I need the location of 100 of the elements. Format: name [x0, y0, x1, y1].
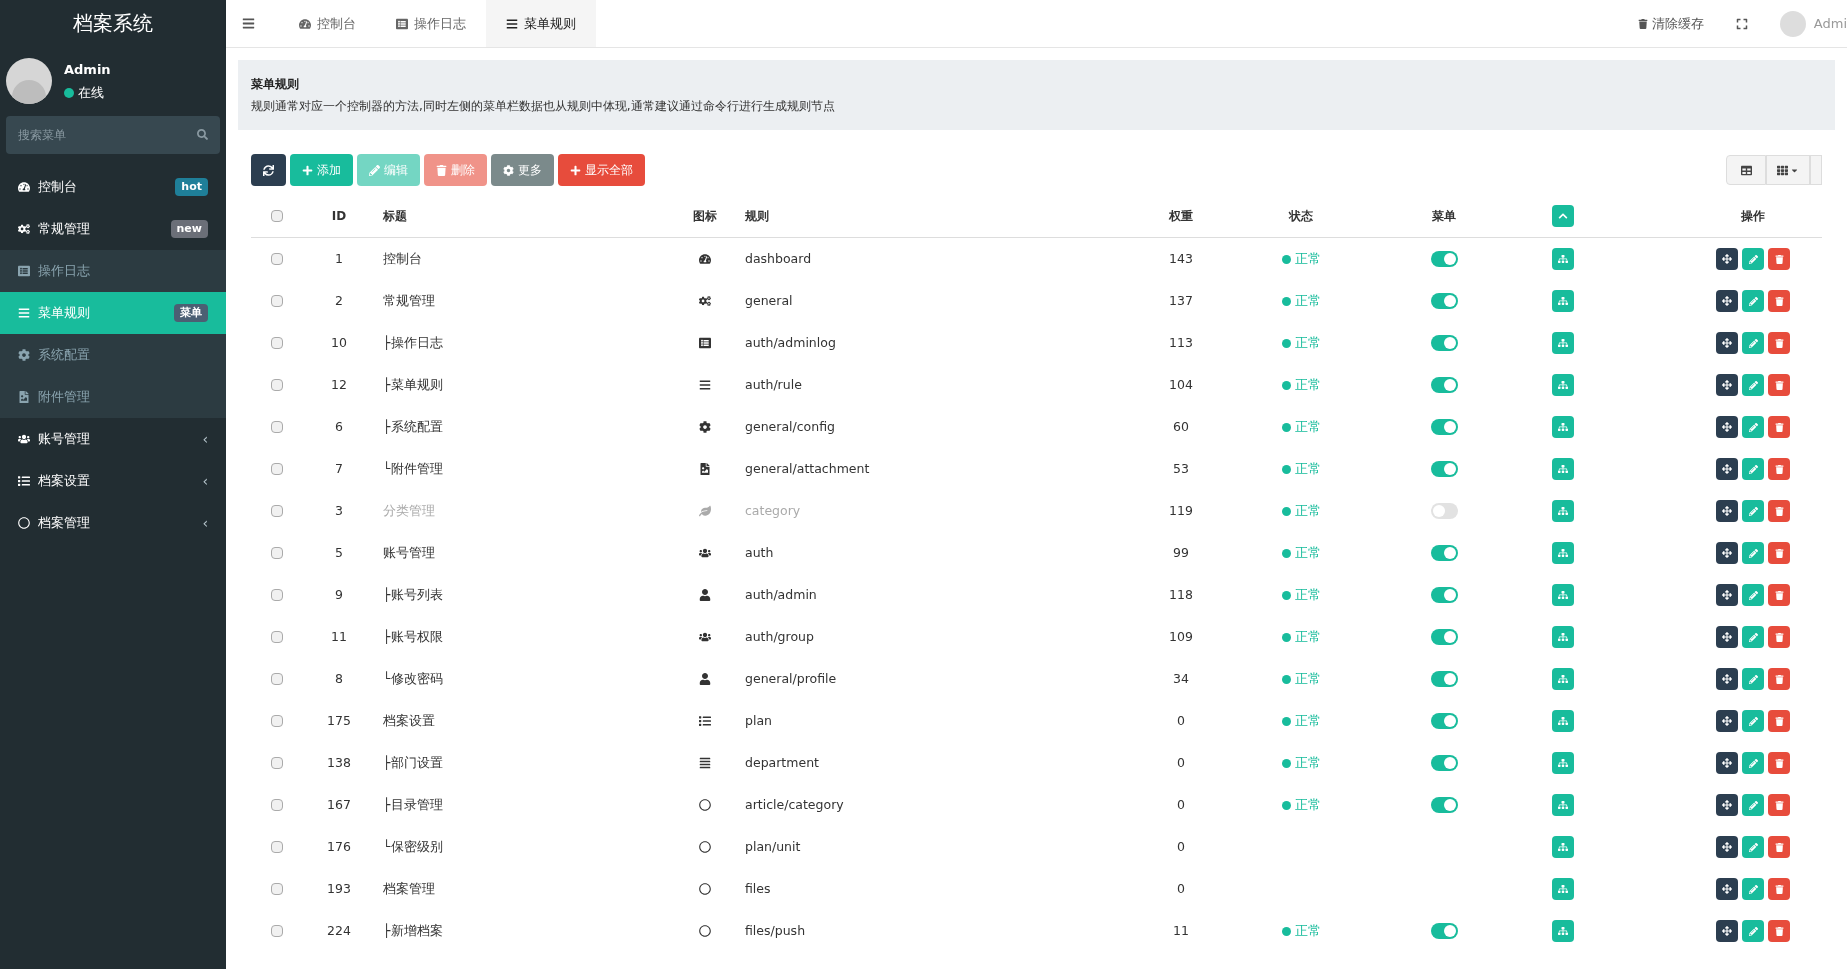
menu-toggle[interactable] — [1430, 587, 1458, 603]
clear-cache-button[interactable]: 清除缓存 — [1637, 13, 1704, 34]
menu-toggle[interactable] — [1430, 419, 1458, 435]
avatar-icon[interactable] — [1779, 10, 1806, 37]
drag-button[interactable] — [1716, 248, 1738, 270]
collapse-all-button[interactable] — [1552, 204, 1574, 227]
hierarchy-button[interactable] — [1552, 836, 1574, 858]
nav-tab[interactable]: 菜单规则 — [486, 0, 596, 47]
delete-button[interactable] — [1768, 332, 1790, 354]
sidebar-subitem[interactable]: 操作日志 — [0, 250, 226, 292]
hierarchy-button[interactable] — [1552, 878, 1574, 900]
delete-button[interactable] — [1768, 878, 1790, 900]
row-checkbox[interactable] — [271, 589, 283, 601]
hierarchy-button[interactable] — [1552, 626, 1574, 648]
delete-button[interactable] — [1768, 626, 1790, 648]
table-view-button[interactable] — [1726, 155, 1766, 185]
delete-button[interactable] — [1768, 836, 1790, 858]
menu-toggle[interactable] — [1430, 461, 1458, 477]
menu-toggle[interactable] — [1430, 545, 1458, 561]
hierarchy-button[interactable] — [1552, 542, 1574, 564]
delete-button[interactable] — [1768, 668, 1790, 690]
menu-toggle[interactable] — [1430, 923, 1458, 939]
drag-button[interactable] — [1716, 920, 1738, 942]
drag-button[interactable] — [1716, 542, 1738, 564]
hierarchy-button[interactable] — [1552, 710, 1574, 732]
hierarchy-button[interactable] — [1552, 290, 1574, 312]
row-checkbox[interactable] — [271, 757, 283, 769]
row-checkbox[interactable] — [271, 883, 283, 895]
row-checkbox[interactable] — [271, 337, 283, 349]
row-checkbox[interactable] — [271, 841, 283, 853]
delete-button[interactable] — [1768, 752, 1790, 774]
delete-button[interactable] — [1768, 290, 1790, 312]
row-checkbox[interactable] — [271, 253, 283, 265]
expand-button[interactable]: 显示全部 — [558, 154, 645, 186]
column-header[interactable]: 权重 — [1169, 206, 1193, 225]
menu-toggle[interactable] — [1430, 671, 1458, 687]
menu-toggle[interactable] — [1430, 629, 1458, 645]
hierarchy-button[interactable] — [1552, 920, 1574, 942]
nav-tab[interactable]: 控制台 — [279, 0, 376, 47]
delete-button[interactable] — [1768, 710, 1790, 732]
fullscreen-icon[interactable] — [1735, 17, 1748, 30]
sidebar-item[interactable]: 控制台 hot — [0, 166, 226, 208]
sidebar-item[interactable]: 档案设置 ‹ — [0, 460, 226, 502]
column-header[interactable]: 状态 — [1289, 206, 1313, 225]
delete-button[interactable] — [1768, 248, 1790, 270]
menu-toggle[interactable] — [1430, 335, 1458, 351]
hierarchy-button[interactable] — [1552, 584, 1574, 606]
sidebar-item[interactable]: 账号管理 ‹ — [0, 418, 226, 460]
drag-button[interactable] — [1716, 332, 1738, 354]
delete-button[interactable] — [1768, 500, 1790, 522]
sidebar-subitem[interactable]: 附件管理 — [0, 376, 226, 418]
sidebar-subitem[interactable]: 菜单规则 菜单 — [0, 292, 226, 334]
sidebar-item[interactable]: 档案管理 ‹ — [0, 502, 226, 544]
drag-button[interactable] — [1716, 710, 1738, 732]
export-button[interactable] — [1810, 155, 1822, 185]
hierarchy-button[interactable] — [1552, 374, 1574, 396]
menu-toggle[interactable] — [1430, 713, 1458, 729]
drag-button[interactable] — [1716, 626, 1738, 648]
row-checkbox[interactable] — [271, 673, 283, 685]
sidebar-subitem[interactable]: 系统配置 — [0, 334, 226, 376]
menu-toggle[interactable] — [1430, 797, 1458, 813]
row-checkbox[interactable] — [271, 631, 283, 643]
menu-toggle[interactable] — [1430, 755, 1458, 771]
delete-button[interactable] — [1768, 542, 1790, 564]
hierarchy-button[interactable] — [1552, 668, 1574, 690]
delete-button[interactable] — [1768, 374, 1790, 396]
hierarchy-button[interactable] — [1552, 794, 1574, 816]
columns-button[interactable] — [1766, 155, 1810, 185]
drag-button[interactable] — [1716, 290, 1738, 312]
drag-button[interactable] — [1716, 500, 1738, 522]
row-checkbox[interactable] — [271, 715, 283, 727]
delete-button[interactable] — [1768, 416, 1790, 438]
delete-button[interactable] — [1768, 458, 1790, 480]
refresh-button[interactable] — [251, 154, 286, 186]
row-checkbox[interactable] — [271, 547, 283, 559]
delete-button[interactable] — [1768, 584, 1790, 606]
hierarchy-button[interactable] — [1552, 248, 1574, 270]
drag-button[interactable] — [1716, 374, 1738, 396]
column-header[interactable]: 图标 — [693, 206, 717, 225]
hierarchy-button[interactable] — [1552, 458, 1574, 480]
row-checkbox[interactable] — [271, 925, 283, 937]
drag-button[interactable] — [1716, 836, 1738, 858]
menu-icon[interactable] — [242, 17, 255, 30]
hierarchy-button[interactable] — [1552, 416, 1574, 438]
hierarchy-button[interactable] — [1552, 752, 1574, 774]
drag-button[interactable] — [1716, 794, 1738, 816]
search-field[interactable]: 搜索菜单 — [6, 116, 220, 154]
row-checkbox[interactable] — [271, 421, 283, 433]
drag-button[interactable] — [1716, 668, 1738, 690]
column-header[interactable]: ID — [331, 206, 347, 225]
drag-button[interactable] — [1716, 458, 1738, 480]
column-header[interactable]: 规则 — [745, 206, 1145, 225]
row-checkbox[interactable] — [271, 463, 283, 475]
menu-toggle[interactable] — [1430, 377, 1458, 393]
drag-button[interactable] — [1716, 584, 1738, 606]
delete-button[interactable] — [1768, 794, 1790, 816]
select-all-checkbox[interactable] — [271, 209, 283, 222]
column-header[interactable]: 操作 — [1741, 206, 1765, 225]
delete-button[interactable] — [1768, 920, 1790, 942]
more-button[interactable]: 更多 — [491, 154, 554, 186]
